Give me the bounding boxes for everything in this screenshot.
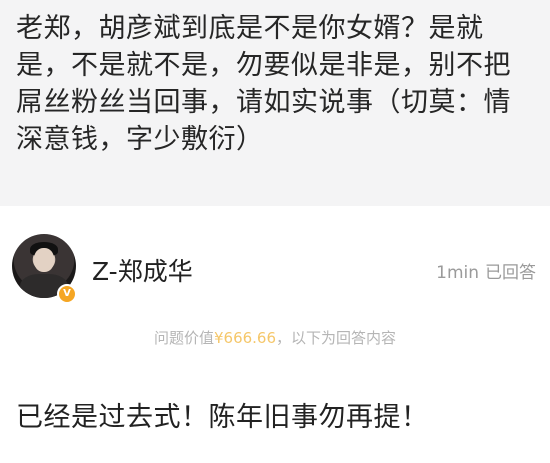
answer-meta: 1min 已回答 xyxy=(436,258,536,283)
answer-time: 1min xyxy=(436,263,479,283)
answer-text: 已经是过去式！陈年旧事勿再提！ xyxy=(16,402,429,433)
question-section: 老郑，胡彦斌到底是不是你女婿？是就是，不是就不是，勿要似是非是，别不把屌丝粉丝当… xyxy=(0,0,550,206)
price-suffix: ，以下为回答内容 xyxy=(276,329,397,347)
question-text: 老郑，胡彦斌到底是不是你女婿？是就是，不是就不是，勿要似是非是，别不把屌丝粉丝当… xyxy=(16,13,511,155)
answer-header: V Z-郑成华 1min 已回答 xyxy=(0,206,550,321)
question-price-line: 问题价值¥666.66，以下为回答内容 xyxy=(0,327,550,348)
answer-status: 已回答 xyxy=(485,263,536,283)
answerer-name[interactable]: Z-郑成华 xyxy=(92,252,193,288)
verified-badge-icon: V xyxy=(57,284,77,304)
price-value: ¥666.66 xyxy=(213,329,277,347)
price-prefix: 问题价值 xyxy=(153,329,214,347)
avatar-face xyxy=(34,248,54,272)
